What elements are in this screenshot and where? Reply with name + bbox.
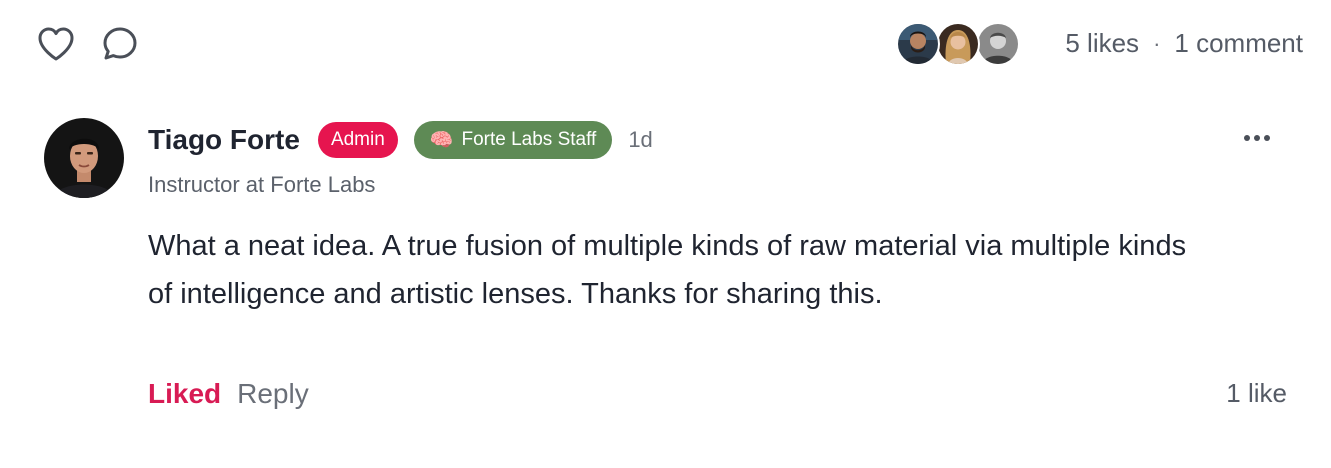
comment-post-button[interactable] bbox=[100, 24, 140, 64]
comment-like-count[interactable]: 1 like bbox=[1226, 378, 1287, 409]
stats-separator: · bbox=[1153, 30, 1161, 56]
likes-count-link[interactable]: 5 likes bbox=[1065, 28, 1139, 59]
author-title: Instructor at Forte Labs bbox=[148, 172, 376, 197]
heart-icon bbox=[38, 27, 74, 61]
liker-avatar bbox=[936, 22, 980, 66]
like-post-button[interactable] bbox=[36, 24, 76, 64]
comments-count-link[interactable]: 1 comment bbox=[1174, 28, 1303, 59]
comment-text: What a neat idea. A true fusion of multi… bbox=[148, 230, 1187, 310]
staff-badge: 🧠 Forte Labs Staff bbox=[413, 121, 613, 159]
comment-timestamp[interactable]: 1d bbox=[628, 127, 652, 153]
more-horizontal-icon bbox=[1244, 135, 1270, 141]
author-name[interactable]: Tiago Forte bbox=[148, 124, 300, 156]
admin-badge: Admin bbox=[317, 122, 398, 158]
author-avatar[interactable] bbox=[44, 118, 124, 198]
comment-bubble-icon bbox=[103, 27, 137, 60]
staff-badge-label: Forte Labs Staff bbox=[461, 129, 597, 150]
liker-avatar bbox=[896, 22, 940, 66]
brain-icon: 🧠 bbox=[429, 130, 454, 151]
comment-header: Tiago Forte Admin 🧠 Forte Labs Staff 1d bbox=[148, 120, 653, 160]
comment-actions: Liked Reply bbox=[148, 378, 309, 410]
reply-button[interactable]: Reply bbox=[237, 378, 309, 410]
post-action-bar: 5 likes · 1 comment bbox=[0, 0, 1331, 88]
liker-avatars[interactable] bbox=[896, 22, 1020, 66]
liker-avatar bbox=[976, 22, 1020, 66]
comment-card: Tiago Forte Admin 🧠 Forte Labs Staff 1d … bbox=[0, 96, 1331, 456]
liked-button[interactable]: Liked bbox=[148, 378, 221, 410]
more-options-button[interactable] bbox=[1239, 126, 1275, 150]
engagement-stats: 5 likes · 1 comment bbox=[1065, 28, 1303, 59]
